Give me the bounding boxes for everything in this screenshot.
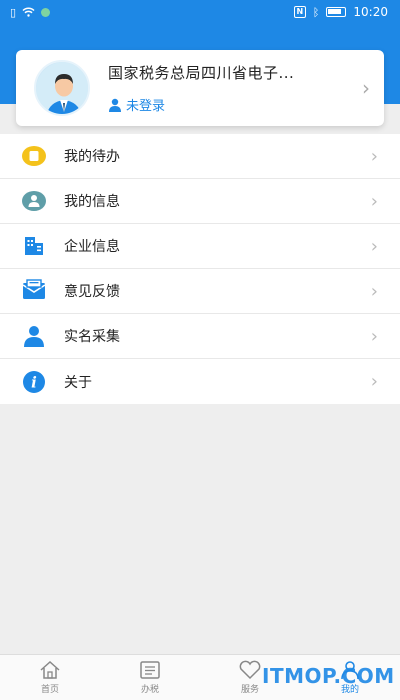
menu-item-my-info[interactable]: 我的信息 ›	[0, 179, 400, 224]
svg-text:i: i	[31, 373, 37, 391]
bluetooth-icon: ᛒ	[312, 5, 320, 19]
nfc-icon: N	[293, 6, 306, 18]
menu-label: 关于	[64, 374, 92, 391]
tax-icon	[140, 661, 160, 679]
nav-label: 办税	[140, 685, 159, 695]
user-info-icon	[20, 187, 48, 215]
wifi-icon	[22, 7, 35, 17]
login-link[interactable]: 未登录	[108, 95, 354, 114]
status-time: 10:20	[353, 5, 388, 19]
nav-home[interactable]: 首页	[0, 655, 100, 700]
login-status: 未登录	[126, 99, 166, 114]
menu-item-realname[interactable]: 实名采集 ›	[0, 314, 400, 359]
menu-label: 实名采集	[64, 329, 120, 345]
menu-item-about[interactable]: i 关于 ›	[0, 359, 400, 404]
battery-icon	[326, 7, 347, 17]
chevron-right-icon: ›	[370, 280, 378, 302]
status-bar: ▯ N ᛒ 10:20	[0, 0, 400, 24]
realname-icon	[20, 322, 48, 350]
sim-icon: ▯	[10, 5, 17, 19]
nav-label: 首页	[40, 685, 59, 695]
profile-card[interactable]: 国家税务总局四川省电子... 未登录 ›	[16, 50, 384, 126]
menu-label: 我的信息	[64, 194, 120, 210]
about-icon: i	[20, 368, 48, 396]
home-icon	[40, 660, 60, 679]
menu-item-company-info[interactable]: 企业信息 ›	[0, 224, 400, 269]
menu-label: 意见反馈	[64, 284, 120, 300]
chevron-right-icon: ›	[370, 371, 378, 392]
nav-tax[interactable]: 办税	[100, 655, 200, 700]
menu-item-todo[interactable]: 我的待办 ›	[0, 134, 400, 179]
org-name: 国家税务总局四川省电子...	[108, 64, 295, 82]
chevron-right-icon: ›	[370, 145, 378, 167]
chevron-right-icon: ›	[370, 190, 378, 212]
nav-label: 服务	[240, 685, 259, 695]
menu-label: 企业信息	[64, 239, 120, 255]
avatar	[34, 60, 90, 116]
company-icon	[20, 232, 48, 260]
service-icon	[239, 660, 261, 680]
chevron-right-icon: ›	[370, 235, 378, 257]
menu-item-feedback[interactable]: 意见反馈 ›	[0, 269, 400, 314]
menu-label: 我的待办	[64, 149, 120, 165]
menu-list: 我的待办 › 我的信息 › 企业信息 › 意见反馈 › 实名采集 › i 关于 …	[0, 134, 400, 404]
chevron-right-icon: ›	[370, 325, 378, 347]
chevron-right-icon: ›	[362, 76, 370, 100]
todo-icon	[20, 142, 48, 170]
notification-icon	[41, 7, 51, 17]
user-icon	[109, 98, 121, 112]
feedback-icon	[20, 277, 48, 305]
watermark: ITMOP.COM	[262, 664, 395, 688]
